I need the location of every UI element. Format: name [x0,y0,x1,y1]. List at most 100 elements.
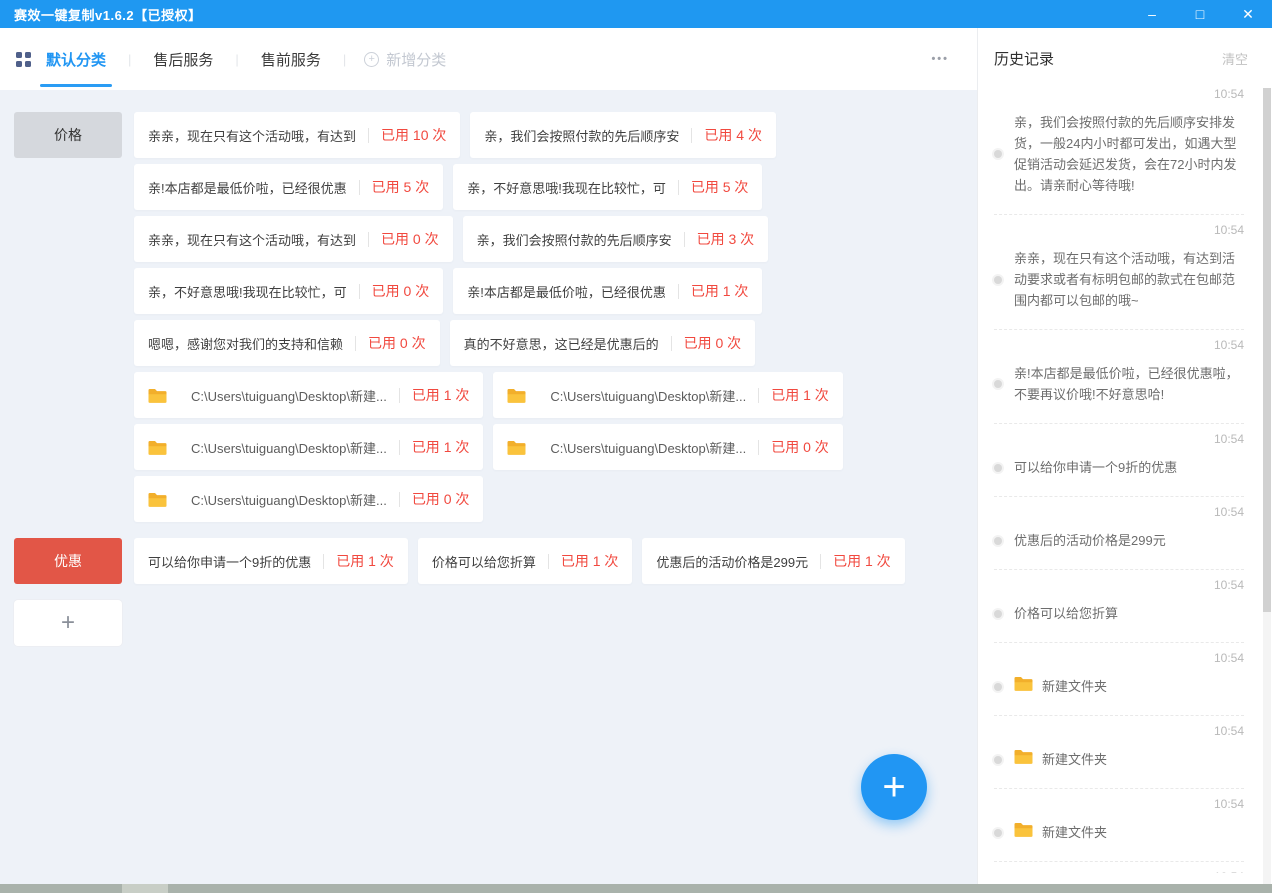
phrase-panel: 价格亲亲，现在只有这个活动哦，有达到已用 10 次亲，我们会按照付款的先后顺序安… [0,90,977,884]
folder-chip[interactable]: C:\Users\tuiguang\Desktop\新建... 已用 0 次 [134,476,483,522]
folder-chip[interactable]: C:\Users\tuiguang\Desktop\新建... 已用 1 次 [134,424,483,470]
history-item-body: 亲，我们会按照付款的先后顺序安排发货，一般24内小时都可发出，如遇大型促销活动会… [994,112,1244,196]
history-item-body: 亲!本店都是最低价啦，已经很优惠啦，不要再议价哦!不好意思哈! [994,363,1244,405]
maximize-button[interactable]: □ [1176,0,1224,28]
phrase-chip[interactable]: 亲亲，现在只有这个活动哦，有达到已用 0 次 [134,216,453,262]
history-timestamp: 10:54 [994,223,1244,237]
history-item[interactable]: 10:54亲!本店都是最低价啦，已经很优惠啦，不要再议价哦!不好意思哈! [994,330,1244,424]
phrase-chip[interactable]: 亲，不好意思哦!我现在比较忙，可已用 0 次 [134,268,443,314]
add-phrase-fab[interactable]: + [861,754,927,820]
tab-separator: | [343,52,346,67]
history-item[interactable]: 10:54亲亲，现在只有这个活动哦，有达到活动要求或者有标明包邮的款式在包邮范围… [994,215,1244,330]
folder-icon [148,388,167,403]
chip-row: C:\Users\tuiguang\Desktop\新建... 已用 0 次 [134,476,843,522]
circle-plus-icon: + [364,52,379,67]
usage-count: 已用 1 次 [691,281,749,301]
chip-divider [758,440,759,455]
usage-count: 已用 4 次 [704,125,762,145]
chip-divider [678,284,679,299]
chip-row: 亲!本店都是最低价啦，已经很优惠已用 5 次亲，不好意思哦!我现在比较忙，可已用… [134,164,843,210]
scrollbar-thumb[interactable] [1263,88,1271,612]
chip-divider [548,554,549,569]
chip-row: 亲，不好意思哦!我现在比较忙，可已用 0 次亲!本店都是最低价啦，已经很优惠已用… [134,268,843,314]
phrase-chip[interactable]: 亲，我们会按照付款的先后顺序安 已用 4 次 [470,112,776,158]
chip-divider [368,232,369,247]
category-label[interactable]: 优惠 [14,538,122,584]
timeline-dot-icon [994,464,1002,472]
phrase-chip[interactable]: 嗯嗯，感谢您对我们的支持和信赖已用 0 次 [134,320,440,366]
phrase-chip[interactable]: 可以给你申请一个9折的优惠已用 1 次 [134,538,408,584]
tab-default-category[interactable]: 默认分类 [42,28,110,90]
more-icon[interactable]: ••• [931,53,959,65]
timeline-dot-icon [994,610,1002,618]
phrase-chip[interactable]: 亲亲，现在只有这个活动哦，有达到已用 10 次 [134,112,460,158]
chip-text: C:\Users\tuiguang\Desktop\新建... [191,438,387,457]
folder-chip[interactable]: C:\Users\tuiguang\Desktop\新建...已用 1 次 [134,372,483,418]
chip-row: 嗯嗯，感谢您对我们的支持和信赖已用 0 次真的不好意思，这已经是优惠后的已用 0… [134,320,843,366]
history-item[interactable]: 10:54新建文件夹 [994,643,1244,716]
titlebar: 赛效一键复制v1.6.2【已授权】 – □ ✕ [0,0,1272,28]
chip-divider [359,284,360,299]
chip-rows: 亲亲，现在只有这个活动哦，有达到已用 10 次亲，我们会按照付款的先后顺序安已用… [134,112,843,522]
timeline-dot-icon [994,150,1002,158]
chip-text: C:\Users\tuiguang\Desktop\新建... [191,490,387,509]
chip-text: 亲!本店都是最低价啦，已经很优惠 [148,178,347,197]
usage-count: 已用 10 次 [381,125,446,145]
add-category-button[interactable]: + [14,600,122,646]
history-text: 亲!本店都是最低价啦，已经很优惠啦，不要再议价哦!不好意思哈! [1014,363,1244,405]
chip-divider [399,492,400,507]
phrase-chip[interactable]: 优惠后的活动价格是299元已用 1 次 [642,538,904,584]
history-item[interactable]: 10:54新建文件夹 [994,789,1244,862]
usage-count: 已用 1 次 [412,437,470,457]
folder-name: 新建文件夹 [1042,676,1107,697]
history-item[interactable]: 10:54价格可以给您折算 [994,570,1244,643]
history-header: 历史记录 清空 [978,28,1272,79]
tabbar: 默认分类 | 售后服务 | 售前服务 | + 新增分类 ••• [0,28,977,90]
category-label[interactable]: 价格 [14,112,122,158]
clear-history-button[interactable]: 清空 [1222,49,1248,68]
chip-row: 可以给你申请一个9折的优惠已用 1 次价格可以给您折算已用 1 次优惠后的活动价… [134,538,905,584]
phrase-chip[interactable]: 亲，我们会按照付款的先后顺序安已用 3 次 [463,216,769,262]
close-button[interactable]: ✕ [1224,0,1272,28]
folder-chip[interactable]: C:\Users\tuiguang\Desktop\新建...已用 1 次 [493,372,842,418]
chip-rows: 可以给你申请一个9折的优惠已用 1 次价格可以给您折算已用 1 次优惠后的活动价… [134,538,905,584]
history-item[interactable]: 10:54亲，我们会按照付款的先后顺序安排发货，一般24内小时都可发出，如遇大型… [994,79,1244,215]
phrase-chip[interactable]: 亲，不好意思哦!我现在比较忙，可已用 5 次 [453,164,762,210]
minimize-button[interactable]: – [1128,0,1176,28]
usage-count: 已用 5 次 [691,177,749,197]
bottom-scrollbar[interactable] [0,884,1272,893]
folder-icon [507,440,526,455]
history-item[interactable]: 10:54新建文件夹 [994,716,1244,789]
tab-add-category[interactable]: + 新增分类 [364,49,446,70]
chip-text: 亲，我们会按照付款的先后顺序安 [484,126,679,145]
history-item[interactable]: 10:54亲亲，现在只有这个活动哦，有达到活动 [994,862,1244,873]
chip-divider [678,180,679,195]
phrase-chip[interactable]: 真的不好意思，这已经是优惠后的已用 0 次 [450,320,756,366]
usage-count: 已用 1 次 [833,551,891,571]
folder-chip[interactable]: C:\Users\tuiguang\Desktop\新建...已用 0 次 [493,424,842,470]
history-item[interactable]: 10:54可以给你申请一个9折的优惠 [994,424,1244,497]
usage-count: 已用 0 次 [412,489,470,509]
history-item-body: 优惠后的活动价格是299元 [994,530,1244,551]
chip-text: C:\Users\tuiguang\Desktop\新建... [191,386,387,405]
phrase-chip[interactable]: 亲!本店都是最低价啦，已经很优惠已用 5 次 [134,164,443,210]
bottom-scrollbar-thumb[interactable] [122,884,168,893]
folder-name: 新建文件夹 [1042,822,1107,843]
history-item-body: 新建文件夹 [994,676,1244,697]
window-title: 赛效一键复制v1.6.2【已授权】 [14,5,202,24]
tab-after-sales[interactable]: 售后服务 [149,28,217,90]
usage-count: 已用 1 次 [336,551,394,571]
timeline-dot-icon [994,683,1002,691]
chip-divider [820,554,821,569]
chip-divider [758,388,759,403]
tab-pre-sales[interactable]: 售前服务 [257,28,325,90]
history-text: 亲，我们会按照付款的先后顺序安排发货，一般24内小时都可发出，如遇大型促销活动会… [1014,112,1244,196]
timeline-dot-icon [994,380,1002,388]
history-item-body: 价格可以给您折算 [994,603,1244,624]
sidebar-scrollbar[interactable] [1263,88,1271,884]
chip-divider [691,128,692,143]
history-text: 新建文件夹 [1014,676,1107,697]
phrase-chip[interactable]: 价格可以给您折算已用 1 次 [418,538,633,584]
history-item[interactable]: 10:54优惠后的活动价格是299元 [994,497,1244,570]
phrase-chip[interactable]: 亲!本店都是最低价啦，已经很优惠已用 1 次 [453,268,762,314]
